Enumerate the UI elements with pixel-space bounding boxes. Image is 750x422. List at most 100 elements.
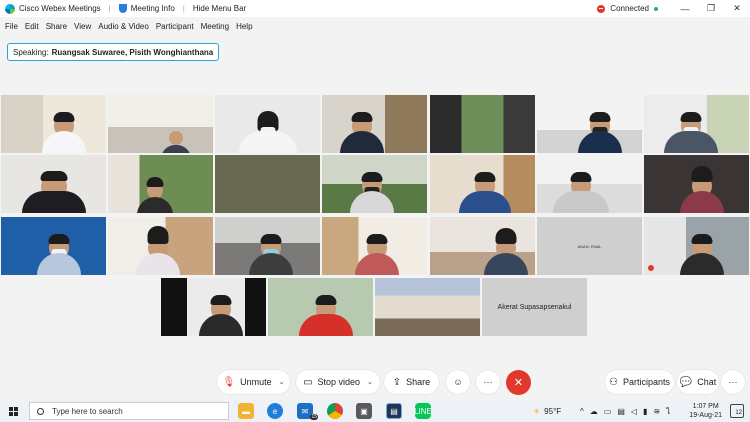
video-tile[interactable]	[215, 95, 320, 153]
chevron-down-icon[interactable]: ⌄	[367, 378, 373, 386]
menu-edit[interactable]: Edit	[25, 22, 39, 31]
video-tile[interactable]	[1, 95, 106, 153]
participant-hair	[366, 234, 388, 244]
menu-share[interactable]: Share	[46, 22, 67, 31]
participant-hair	[53, 112, 75, 122]
title-bar: Cisco Webex Meetings | Meeting Info | Hi…	[0, 0, 750, 17]
hide-menu-bar-button[interactable]: Hide Menu Bar	[193, 4, 246, 13]
notifications-icon[interactable]: 12	[730, 404, 744, 418]
title-separator: |	[182, 4, 185, 13]
chrome-browser-icon[interactable]	[327, 403, 343, 419]
video-camera-icon: ▭	[303, 376, 313, 388]
menu-bar: File Edit Share View Audio & Video Parti…	[0, 19, 255, 33]
webex-taskbar-icon[interactable]: ▤	[386, 403, 402, 419]
share-button[interactable]: ⇪ Share	[384, 370, 439, 394]
video-tile[interactable]	[430, 95, 535, 153]
temperature: 95°F	[544, 406, 562, 416]
participant-hair	[315, 295, 337, 305]
video-tile[interactable]	[108, 95, 213, 153]
video-tile[interactable]	[268, 278, 373, 336]
online-indicator-icon	[654, 6, 658, 11]
speaker-names: Ruangsak Suwaree, Pisith Wonghianthana	[51, 47, 214, 57]
video-tile-no-video[interactable]: Akerat Supasapsenakul	[482, 278, 587, 336]
connection-status: Connected	[610, 4, 649, 13]
video-background	[215, 155, 320, 213]
menu-meeting[interactable]: Meeting	[201, 22, 229, 31]
video-tile[interactable]	[537, 155, 642, 213]
video-tile[interactable]	[430, 217, 535, 275]
app-title: Cisco Webex Meetings	[19, 4, 101, 13]
menu-audio-video[interactable]: Audio & Video	[98, 22, 149, 31]
video-tile[interactable]	[108, 217, 213, 275]
participants-button[interactable]: ⚇ Participants	[605, 370, 674, 394]
video-tile[interactable]	[644, 95, 749, 153]
video-tile[interactable]	[644, 155, 749, 213]
video-background	[430, 95, 535, 153]
video-tile[interactable]	[430, 155, 535, 213]
participant-hair	[589, 112, 611, 122]
app-title-group: Cisco Webex Meetings	[5, 3, 101, 14]
participant-hair	[474, 172, 496, 182]
video-tile[interactable]	[375, 278, 480, 336]
video-tile[interactable]	[215, 217, 320, 275]
chat-label: Chat	[697, 377, 717, 387]
chat-button[interactable]: 💬 Chat	[677, 370, 719, 394]
video-tile[interactable]	[108, 155, 213, 213]
menu-view[interactable]: View	[74, 22, 91, 31]
volume-icon: ◁	[630, 406, 644, 416]
taskbar-clock[interactable]: 1:07 PM 19-Aug-21	[689, 402, 722, 420]
share-icon: ⇪	[392, 376, 402, 388]
video-tile[interactable]	[322, 155, 427, 213]
ellipsis-icon: ···	[728, 377, 738, 387]
panel-options-button[interactable]: ···	[721, 370, 745, 394]
video-tile[interactable]	[322, 95, 427, 153]
file-explorer-icon[interactable]: ▬	[238, 403, 254, 419]
edge-browser-icon[interactable]: e	[267, 403, 283, 419]
end-meeting-button[interactable]: ✕	[506, 370, 531, 395]
close-icon: ✕	[513, 377, 524, 389]
more-options-button[interactable]: ···	[476, 370, 500, 394]
video-background	[108, 95, 213, 153]
video-tile[interactable]	[1, 155, 106, 213]
title-separator: |	[108, 4, 111, 13]
close-button[interactable]: ✕	[724, 3, 750, 14]
minimize-button[interactable]: —	[672, 4, 698, 14]
mic-muted-icon: 🎙	[222, 376, 236, 388]
smiley-icon: ☺	[453, 377, 463, 387]
video-tile[interactable]	[537, 95, 642, 153]
unmute-button[interactable]: 🎙 Unmute ⌄	[217, 370, 290, 394]
muted-mic-icon	[648, 265, 654, 271]
menu-participant[interactable]: Participant	[156, 22, 194, 31]
store-icon[interactable]: ▣	[356, 403, 372, 419]
chevron-down-icon[interactable]: ⌄	[279, 378, 285, 386]
participant-hair	[495, 228, 517, 244]
stop-video-button[interactable]: ▭ Stop video ⌄	[296, 370, 380, 394]
participant-name: Akerat Supasapsenakul	[497, 303, 572, 311]
participant-hair	[146, 177, 164, 187]
participant-hair	[260, 234, 282, 244]
reactions-button[interactable]: ☺	[446, 370, 470, 394]
video-tile[interactable]	[644, 217, 749, 275]
windows-start-icon[interactable]	[9, 406, 18, 416]
window-controls: Connected — ❐ ✕	[597, 0, 750, 17]
system-tray[interactable]: ^ ☁ ▭ ▤ ◁ ▮ ≋ ไ	[580, 400, 676, 422]
active-speaker-label: Speaking: Ruangsak Suwaree, Pisith Wongh…	[7, 43, 220, 61]
line-app-icon[interactable]: LINE	[414, 403, 432, 419]
share-label: Share	[406, 377, 431, 387]
participant-hair	[361, 172, 383, 182]
video-tile[interactable]	[215, 155, 320, 213]
video-tile-no-video[interactable]: ANAN. RNAL	[537, 217, 642, 275]
participant-hair	[210, 295, 232, 305]
menu-file[interactable]: File	[5, 22, 18, 31]
mail-icon[interactable]: ✉ 15	[297, 403, 318, 420]
weather-widget[interactable]: ☀ 95°F	[533, 400, 561, 422]
sun-icon: ☀	[533, 406, 541, 416]
menu-help[interactable]: Help	[236, 22, 252, 31]
windows-taskbar: Type here to search ▬ e ✉ 15 ▣ ▤ LINE ☀ 9…	[0, 400, 750, 422]
video-tile[interactable]	[1, 217, 106, 275]
meeting-info-link[interactable]: Meeting Info	[131, 4, 175, 13]
video-tile[interactable]	[161, 278, 266, 336]
taskbar-search-input[interactable]: Type here to search	[29, 402, 229, 420]
video-tile[interactable]	[322, 217, 427, 275]
maximize-button[interactable]: ❐	[698, 3, 724, 14]
